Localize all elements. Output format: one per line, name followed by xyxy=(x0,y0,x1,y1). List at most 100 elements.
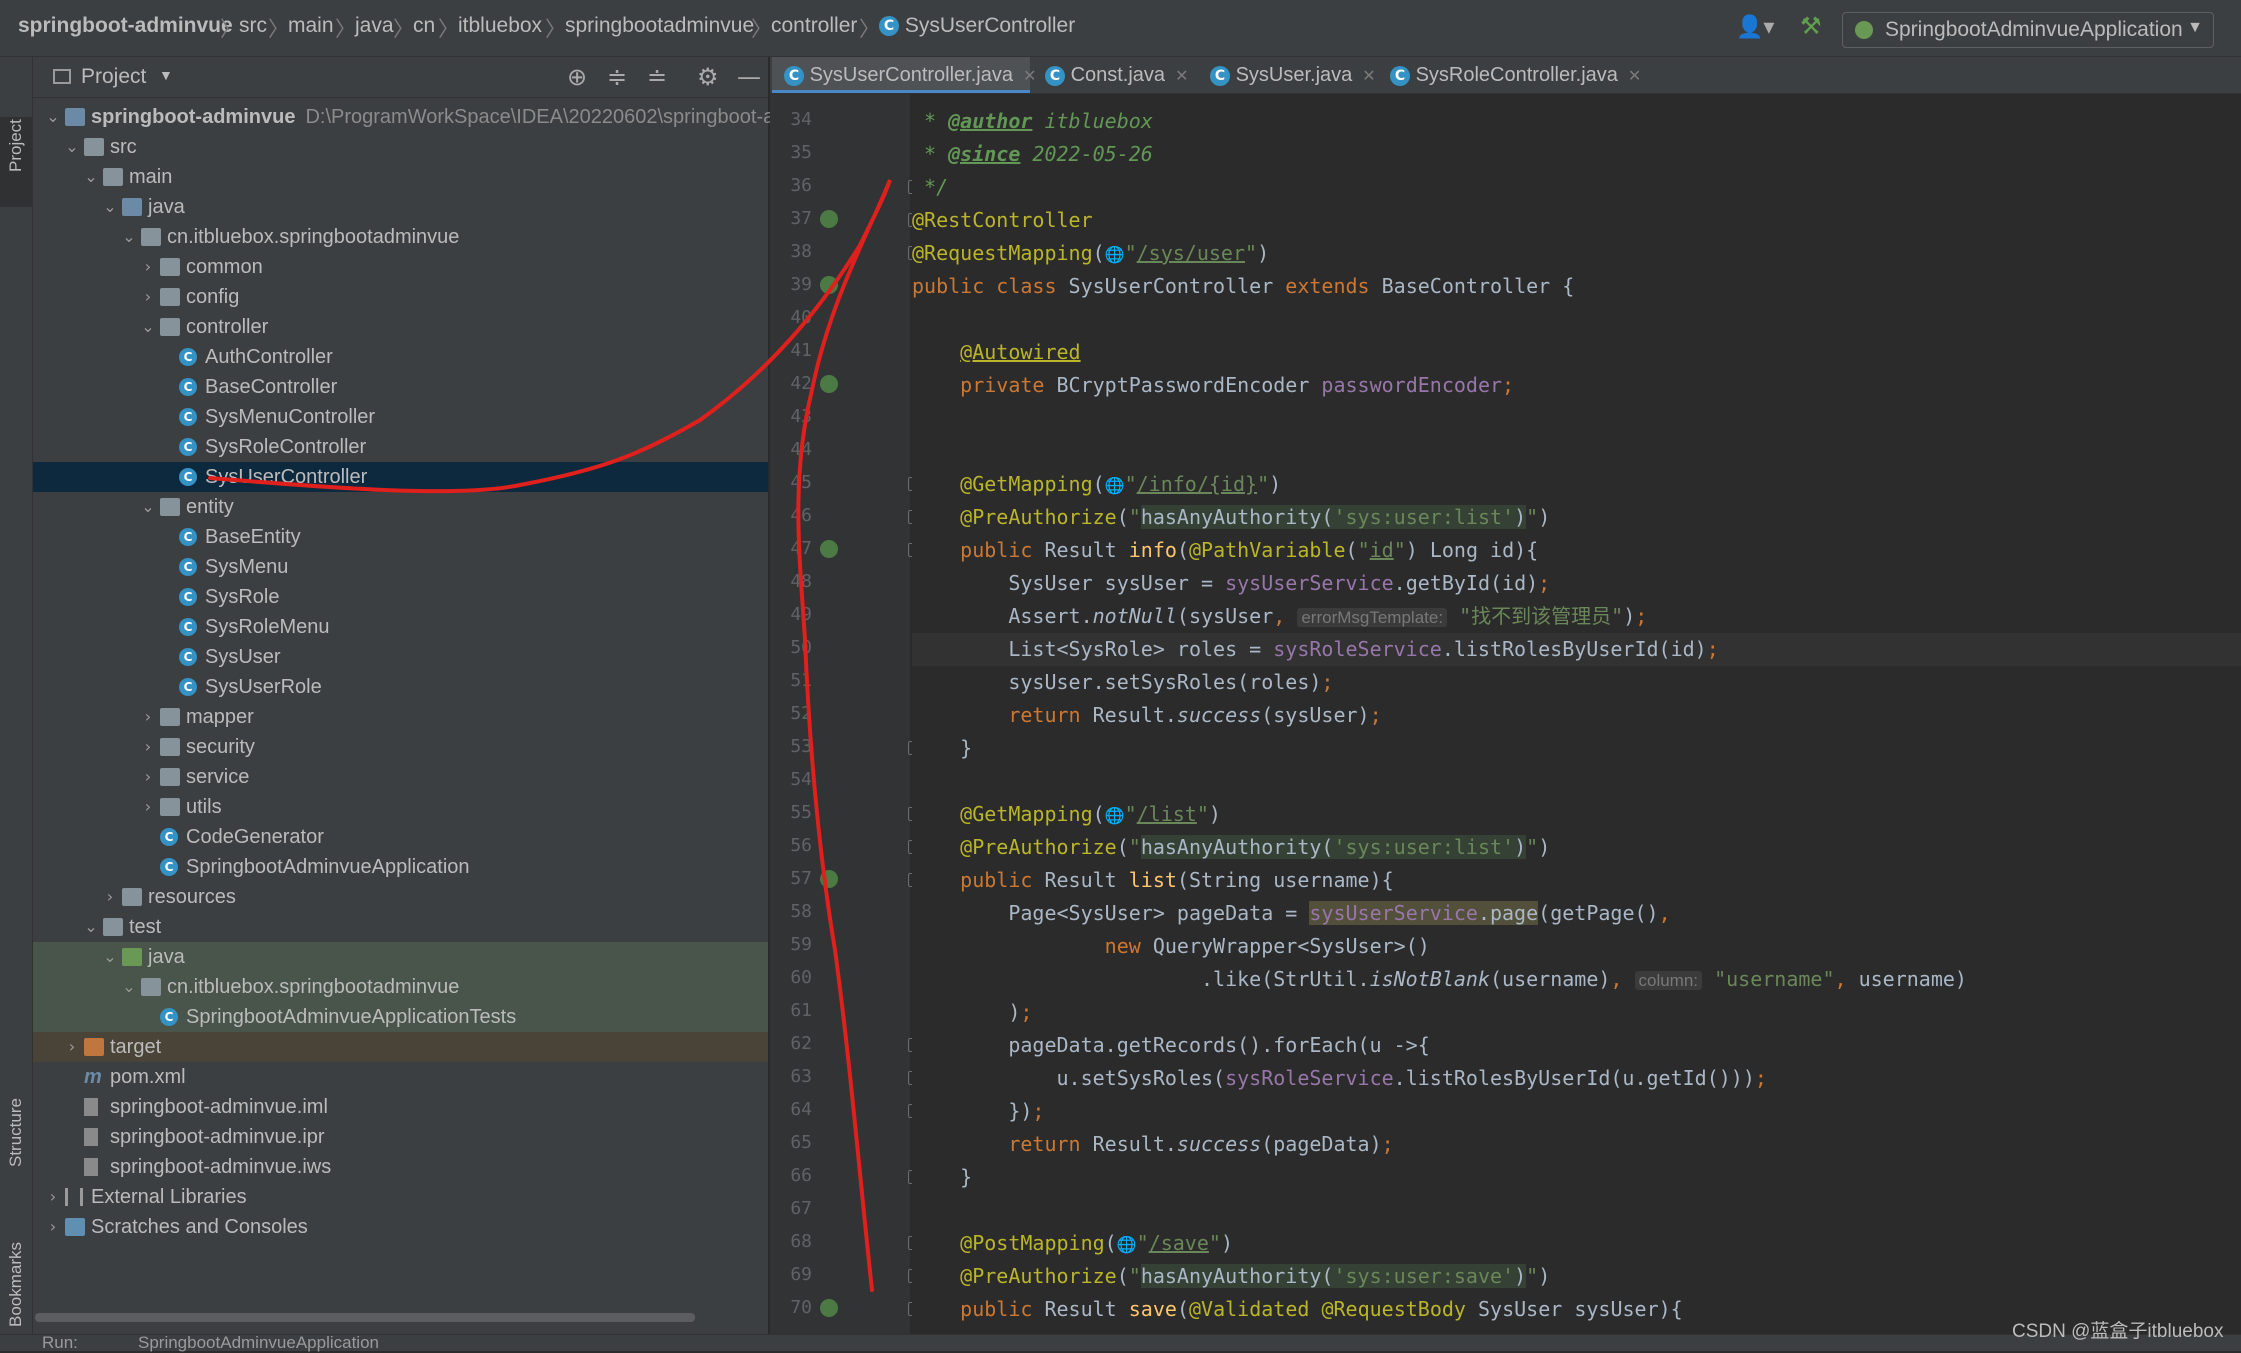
tab-sysusercontroller[interactable]: C SysUserController.java ✕ xyxy=(772,57,1036,93)
line-number[interactable]: 66 xyxy=(770,1165,812,1186)
line-number[interactable]: 54 xyxy=(770,769,812,790)
tab-sysuser[interactable]: C SysUser.java ✕ xyxy=(1210,57,1376,93)
chevron-right-icon[interactable]: › xyxy=(43,1212,63,1242)
chevron-right-icon[interactable]: › xyxy=(138,792,158,822)
chevron-down-icon[interactable]: ⌄ xyxy=(62,132,82,162)
line-number[interactable]: 55 xyxy=(770,802,812,823)
chevron-down-icon[interactable]: ⌄ xyxy=(119,222,139,252)
line-number[interactable]: 58 xyxy=(770,901,812,922)
chevron-right-icon[interactable]: › xyxy=(138,252,158,282)
chevron-right-icon[interactable]: › xyxy=(100,882,120,912)
globe-icon[interactable]: 🌐 xyxy=(1105,806,1125,825)
breadcrumb-java[interactable]: java xyxy=(355,14,394,38)
chevron-down-icon[interactable]: ⌄ xyxy=(138,492,158,522)
tree-node[interactable]: › Scratches and Consoles xyxy=(33,1212,768,1242)
breadcrumb-cn[interactable]: cn xyxy=(413,14,435,38)
line-number[interactable]: 43 xyxy=(770,406,812,427)
chevron-down-icon[interactable]: ⌄ xyxy=(138,312,158,342)
line-number[interactable]: 51 xyxy=(770,670,812,691)
code-editor[interactable]: * @author itbluebox * @since 2022-05-26 … xyxy=(912,94,2241,1334)
globe-icon[interactable]: 🌐 xyxy=(1117,1235,1137,1254)
line-number[interactable]: 56 xyxy=(770,835,812,856)
tree-node[interactable]: C SysMenuController xyxy=(33,402,768,432)
build-hammer-icon[interactable]: ⚒ xyxy=(1800,12,1822,41)
locate-icon[interactable]: ⊕ xyxy=(567,63,587,91)
close-icon[interactable]: ✕ xyxy=(1023,68,1036,85)
line-number[interactable]: 59 xyxy=(770,934,812,955)
tree-node[interactable]: ⌄ java xyxy=(33,942,768,972)
tree-node[interactable]: C SysUser xyxy=(33,642,768,672)
tree-node[interactable]: C BaseEntity xyxy=(33,522,768,552)
scrollbar-thumb[interactable] xyxy=(35,1313,695,1322)
chevron-down-icon[interactable]: ▼ xyxy=(159,67,173,83)
url-link[interactable]: /info/{id} xyxy=(1137,472,1257,496)
line-number[interactable]: 70 xyxy=(770,1297,812,1318)
spring-bean-icon[interactable] xyxy=(820,375,838,393)
line-number[interactable]: 36 xyxy=(770,175,812,196)
line-number[interactable]: 68 xyxy=(770,1231,812,1252)
spring-bean-icon[interactable] xyxy=(820,870,838,888)
close-icon[interactable]: ✕ xyxy=(1628,68,1641,85)
globe-icon[interactable]: 🌐 xyxy=(1105,476,1125,495)
close-icon[interactable]: ✕ xyxy=(1175,68,1188,85)
tree-node[interactable]: › config xyxy=(33,282,768,312)
breadcrumb-project[interactable]: springboot-adminvue xyxy=(18,14,233,38)
line-number[interactable]: 65 xyxy=(770,1132,812,1153)
line-number[interactable]: 47 xyxy=(770,538,812,559)
project-panel-title[interactable]: Project xyxy=(81,65,146,89)
tree-node[interactable]: C CodeGenerator xyxy=(33,822,768,852)
line-number[interactable]: 69 xyxy=(770,1264,812,1285)
globe-icon[interactable]: 🌐 xyxy=(1105,245,1125,264)
tree-node[interactable]: C SysUserController xyxy=(33,462,768,492)
tree-node[interactable]: ⌄ cn.itbluebox.springbootadminvue xyxy=(33,222,768,252)
chevron-down-icon[interactable]: ⌄ xyxy=(119,972,139,1002)
tab-sysrolecontroller[interactable]: C SysRoleController.java ✕ xyxy=(1390,57,1641,93)
line-number[interactable]: 41 xyxy=(770,340,812,361)
spring-bean-icon[interactable] xyxy=(820,276,838,294)
tree-node[interactable]: C SysMenu xyxy=(33,552,768,582)
line-number[interactable]: 40 xyxy=(770,307,812,328)
line-number[interactable]: 42 xyxy=(770,373,812,394)
line-number[interactable]: 44 xyxy=(770,439,812,460)
chevron-right-icon[interactable]: › xyxy=(138,282,158,312)
gear-icon[interactable]: ⚙ xyxy=(697,63,719,91)
tree-node[interactable]: m pom.xml xyxy=(33,1062,768,1092)
tool-tab-project[interactable]: Project xyxy=(0,117,32,207)
breadcrumb-main[interactable]: main xyxy=(288,14,334,38)
spring-bean-icon[interactable] xyxy=(820,1299,838,1317)
tree-node[interactable]: C SysRoleController xyxy=(33,432,768,462)
chevron-right-icon[interactable]: › xyxy=(43,1182,63,1212)
horizontal-scrollbar[interactable] xyxy=(33,1310,768,1324)
tool-tab-bookmarks[interactable]: Bookmarks xyxy=(0,1207,32,1337)
tree-node[interactable]: C SpringbootAdminvueApplicationTests xyxy=(33,1002,768,1032)
tree-node[interactable]: › target xyxy=(33,1032,768,1062)
url-link[interactable]: /list xyxy=(1137,802,1197,826)
line-number[interactable]: 61 xyxy=(770,1000,812,1021)
tree-node[interactable]: springboot-adminvue.ipr xyxy=(33,1122,768,1152)
line-number[interactable]: 39 xyxy=(770,274,812,295)
line-number[interactable]: 64 xyxy=(770,1099,812,1120)
tree-node[interactable]: ⌄ java xyxy=(33,192,768,222)
breadcrumb-springbootadminvue[interactable]: springbootadminvue xyxy=(565,14,754,38)
url-link[interactable]: /sys/user xyxy=(1137,241,1245,265)
line-number[interactable]: 35 xyxy=(770,142,812,163)
chevron-right-icon[interactable]: › xyxy=(62,1032,82,1062)
tree-node[interactable]: › service xyxy=(33,762,768,792)
tree-node[interactable]: ⌄ test xyxy=(33,912,768,942)
line-number[interactable]: 49 xyxy=(770,604,812,625)
line-number[interactable]: 46 xyxy=(770,505,812,526)
close-icon[interactable]: ✕ xyxy=(1362,68,1375,85)
line-number[interactable]: 67 xyxy=(770,1198,812,1219)
url-link[interactable]: /save xyxy=(1149,1231,1209,1255)
tree-node[interactable]: ⌄ cn.itbluebox.springbootadminvue xyxy=(33,972,768,1002)
tree-node[interactable]: › utils xyxy=(33,792,768,822)
breadcrumb-src[interactable]: src xyxy=(239,14,267,38)
line-number[interactable]: 53 xyxy=(770,736,812,757)
tree-node[interactable]: ⌄ main xyxy=(33,162,768,192)
line-number[interactable]: 60 xyxy=(770,967,812,988)
line-number[interactable]: 63 xyxy=(770,1066,812,1087)
tree-node[interactable]: C AuthController xyxy=(33,342,768,372)
line-number[interactable]: 38 xyxy=(770,241,812,262)
expand-all-icon[interactable]: ≑ xyxy=(607,63,627,91)
run-tab-app[interactable]: SpringbootAdminvueApplication xyxy=(138,1333,379,1353)
